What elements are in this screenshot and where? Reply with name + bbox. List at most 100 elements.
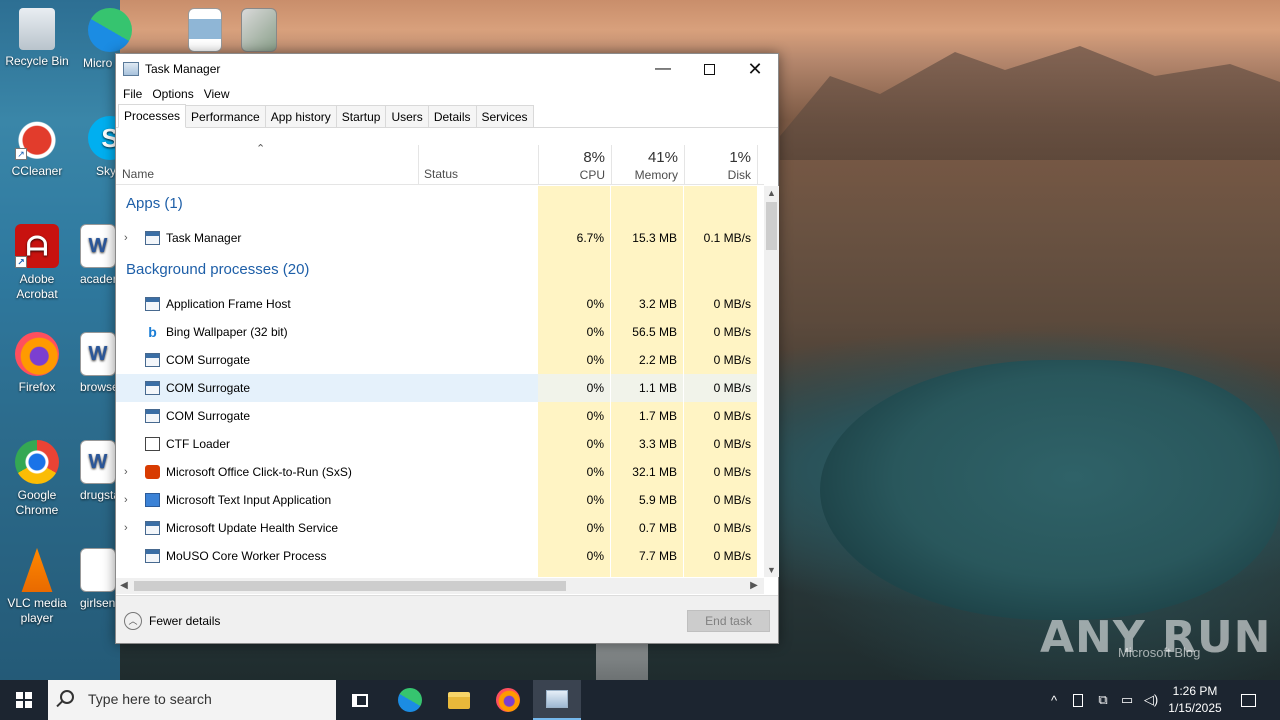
fewer-details-link[interactable]: Fewer details (149, 614, 220, 628)
edit-icon (145, 437, 160, 451)
process-row[interactable]: Application Frame Host 0% 3.2 MB 0 MB/s (116, 290, 764, 318)
column-memory[interactable]: 41% Memory (612, 145, 678, 185)
tray-volume-icon[interactable]: ◁) (1140, 680, 1162, 720)
process-row[interactable]: › Microsoft Office Click-to-Run (SxS) 0%… (116, 458, 764, 486)
memory-total-percent: 41% (647, 149, 678, 166)
scroll-down-icon[interactable]: ▼ (764, 563, 779, 577)
tab-app-history[interactable]: App history (264, 105, 337, 127)
chevron-up-circle-icon[interactable]: ︿ (124, 612, 142, 630)
vertical-scrollbar[interactable]: ▲ ▼ (764, 186, 779, 577)
desktop-icon-firefox[interactable]: Firefox (0, 332, 74, 395)
taskbar-clock[interactable]: 1:26 PM 1/15/2025 (1160, 683, 1230, 717)
cell-cpu: 6.7% (538, 224, 610, 252)
end-task-button[interactable]: End task (687, 610, 770, 632)
process-name: COM Surrogate (166, 409, 251, 423)
show-hidden-icons-button[interactable]: ^ (1044, 680, 1064, 720)
cell-memory: 1.7 MB (611, 402, 683, 430)
expand-chevron-icon[interactable]: › (124, 458, 128, 486)
cell-disk (684, 252, 757, 290)
process-row[interactable]: b Bing Wallpaper (32 bit) 0% 56.5 MB 0 M… (116, 318, 764, 346)
cell-disk: 0 MB/s (684, 430, 757, 458)
group-header-apps[interactable]: Apps (1) (116, 186, 764, 224)
column-divider[interactable] (757, 145, 758, 185)
column-name[interactable]: ⌃ Name (116, 143, 418, 185)
menu-file[interactable]: File (118, 87, 147, 101)
tab-users[interactable]: Users (385, 105, 429, 127)
column-status[interactable]: Status (419, 145, 538, 185)
horizontal-scroll-thumb[interactable] (134, 581, 566, 591)
cell-disk: 0 MB/s (684, 346, 757, 374)
tray-device-icon[interactable]: ⧉ (1092, 680, 1114, 720)
expand-chevron-icon[interactable]: › (124, 514, 128, 542)
process-row-partial[interactable] (116, 570, 764, 577)
action-center-button[interactable] (1234, 680, 1262, 720)
tablet-icon (1073, 693, 1083, 707)
menu-view[interactable]: View (199, 87, 235, 101)
tab-startup[interactable]: Startup (335, 105, 387, 127)
maximize-button[interactable] (686, 54, 732, 84)
taskbar-search-box[interactable]: Type here to search (48, 680, 336, 720)
group-header-background[interactable]: Background processes (20) (116, 252, 764, 290)
task-manager-icon (123, 62, 139, 76)
title-bar[interactable]: Task Manager — ✕ (116, 54, 778, 84)
process-row[interactable]: COM Surrogate 0% 2.2 MB 0 MB/s (116, 346, 764, 374)
taskbar-task-manager[interactable] (533, 680, 581, 720)
desktop-icon-recycle-bin[interactable]: Recycle Bin (0, 8, 74, 69)
desktop-icon-google-chrome[interactable]: Google Chrome (0, 440, 74, 518)
scroll-left-icon[interactable]: ◀ (116, 578, 132, 594)
tray-tablet-icon[interactable] (1068, 680, 1088, 720)
horizontal-scrollbar[interactable]: ◀ ▶ (116, 578, 764, 594)
window-icon (145, 549, 160, 563)
taskbar-edge[interactable] (386, 680, 434, 720)
desktop-icon-word-doc-3[interactable]: W drugsta (80, 440, 120, 503)
desktop-icon-image-file[interactable]: girlsen (80, 548, 120, 611)
vertical-scroll-thumb[interactable] (766, 202, 777, 250)
process-list: Apps (1) › Task Manager 6.7% 15.3 MB 0.1… (116, 186, 764, 577)
desktop-icon-label: Adobe Acrobat (16, 272, 58, 301)
desktop-icon-vlc[interactable]: VLC media player (0, 548, 74, 626)
menu-options[interactable]: Options (147, 87, 198, 101)
maximize-icon (703, 63, 715, 75)
tab-details[interactable]: Details (427, 105, 477, 127)
process-row[interactable]: MoUSO Core Worker Process 0% 7.7 MB 0 MB… (116, 542, 764, 570)
process-row[interactable]: › Task Manager 6.7% 15.3 MB 0.1 MB/s (116, 224, 764, 252)
desktop-icon-adobe-acrobat[interactable]: ᗩ ↗ Adobe Acrobat (0, 224, 74, 302)
desktop-icon-word-doc-1[interactable]: W acader (80, 224, 120, 287)
taskbar-firefox[interactable] (484, 680, 532, 720)
minimize-button[interactable]: — (640, 54, 686, 84)
cell-disk: 0 MB/s (684, 402, 757, 430)
word-document-icon: W (80, 224, 116, 268)
desktop-icon-label: Firefox (18, 380, 56, 394)
process-name: COM Surrogate (166, 353, 251, 367)
process-row[interactable]: CTF Loader 0% 3.3 MB 0 MB/s (116, 430, 764, 458)
cell-memory (611, 570, 683, 577)
cell-disk: 0 MB/s (684, 458, 757, 486)
cell-disk: 0 MB/s (684, 318, 757, 346)
close-button[interactable]: ✕ (732, 54, 778, 84)
desktop-icon-ccleaner[interactable]: ↗ CCleaner (0, 116, 74, 179)
scroll-up-icon[interactable]: ▲ (764, 186, 779, 200)
expand-chevron-icon[interactable]: › (124, 486, 128, 514)
process-name: Microsoft Update Health Service (166, 521, 339, 535)
column-cpu[interactable]: 8% CPU (539, 145, 605, 185)
column-disk[interactable]: 1% Disk (685, 145, 751, 185)
process-row[interactable]: › Microsoft Text Input Application 0% 5.… (116, 486, 764, 514)
tab-performance[interactable]: Performance (185, 105, 266, 127)
taskbar-file-explorer[interactable] (435, 680, 483, 720)
tray-network-icon[interactable]: ▭ (1116, 680, 1138, 720)
expand-chevron-icon[interactable]: › (124, 224, 128, 252)
window-title: Task Manager (145, 62, 221, 76)
memory-label: Memory (634, 168, 678, 182)
start-button[interactable] (0, 680, 48, 720)
tab-services[interactable]: Services (475, 105, 534, 127)
cell-cpu (538, 186, 610, 224)
process-row-selected[interactable]: COM Surrogate 0% 1.1 MB 0 MB/s (116, 374, 764, 402)
tab-processes[interactable]: Processes (118, 104, 187, 128)
desktop-icon-installer[interactable] (222, 8, 296, 56)
cell-disk: 0 MB/s (684, 514, 757, 542)
desktop-icon-word-doc-2[interactable]: W browse (80, 332, 120, 395)
scroll-right-icon[interactable]: ▶ (746, 578, 762, 594)
process-row[interactable]: COM Surrogate 0% 1.7 MB 0 MB/s (116, 402, 764, 430)
process-row[interactable]: › Microsoft Update Health Service 0% 0.7… (116, 514, 764, 542)
task-view-button[interactable] (336, 680, 384, 720)
